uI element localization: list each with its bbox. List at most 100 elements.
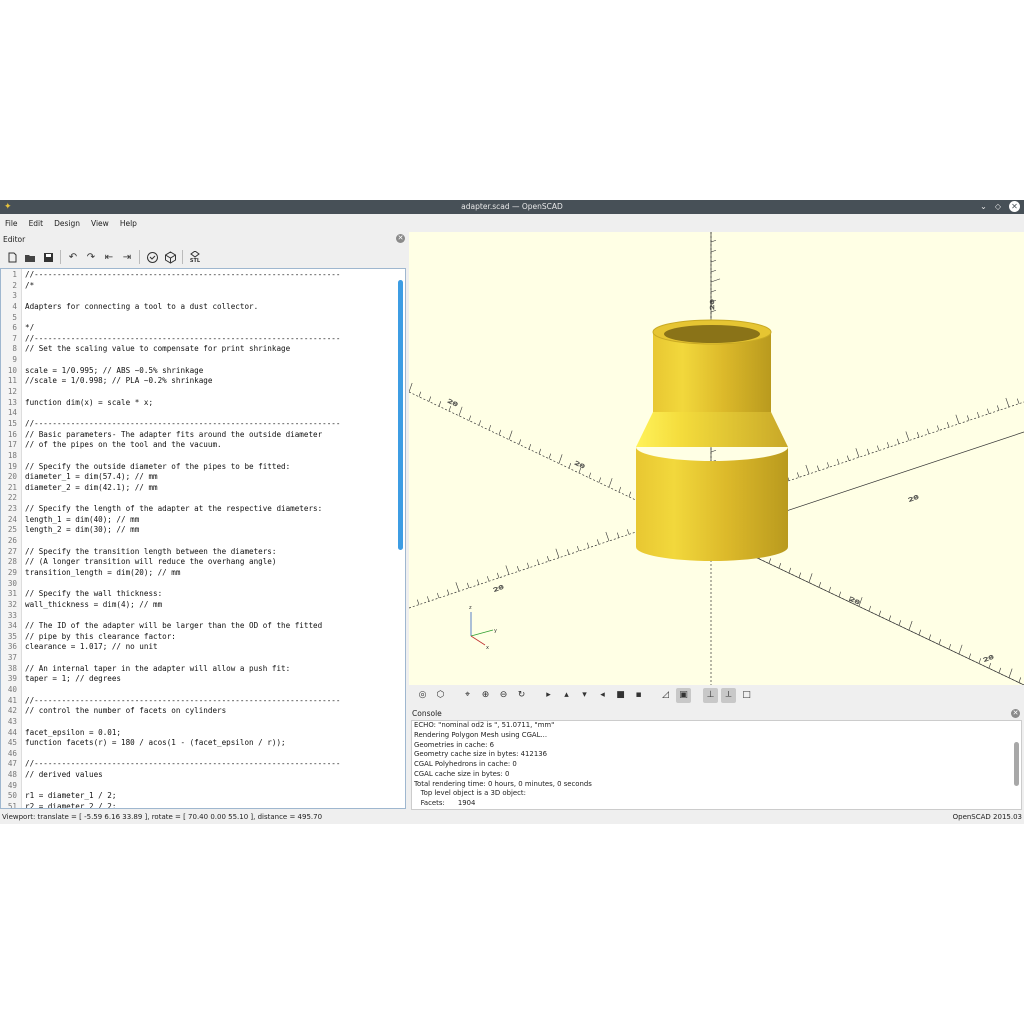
new-file-icon[interactable] <box>4 249 20 265</box>
toolbar-spacer <box>451 688 457 703</box>
view-all-icon[interactable]: ⌖ <box>460 688 475 703</box>
code-text: //scale = 1/0.998; // PLA ~0.2% shrinkag… <box>25 376 213 386</box>
view-bottom-icon[interactable]: ▾ <box>577 688 592 703</box>
code-line: 8 // Set the scaling value to compensate … <box>1 344 397 355</box>
code-text: function dim(x) = scale * x; <box>25 397 154 407</box>
editor-scrollbar[interactable] <box>397 271 404 807</box>
console-scrollbar-thumb[interactable] <box>1014 742 1019 786</box>
line-number: 30 <box>7 578 17 588</box>
reset-view-icon[interactable]: ↻ <box>514 688 529 703</box>
viewport-toolbar: ◎ ⬡ ⌖ ⊕ ⊖ ↻ ▸ ▴ ▾ ◂ ■ ▪ ◿ ▣ ⊥ ⟂ □ <box>409 685 1024 705</box>
undo-icon[interactable]: ↶ <box>65 249 81 265</box>
view-front-icon[interactable]: ■ <box>613 688 628 703</box>
line-number: 19 <box>7 461 17 471</box>
code-text: // pipe by this clearance factor: <box>25 631 176 641</box>
code-line: 46 <box>1 749 397 760</box>
3d-viewport[interactable]: 20 20 20 20 20 20 20 z y x <box>409 232 1024 685</box>
line-number: 14 <box>7 408 17 418</box>
code-line: 29 transition_length = dim(20); // mm <box>1 568 397 579</box>
code-text: function facets(r) = 180 / acos(1 - (fac… <box>25 738 286 748</box>
axis-label: 20 <box>709 299 716 310</box>
redo-icon[interactable]: ↷ <box>83 249 99 265</box>
code-line: 12 <box>1 387 397 398</box>
export-stl-icon[interactable]: STL <box>187 249 203 265</box>
code-text: r2 = diameter_2 / 2; <box>25 802 117 809</box>
menu-file[interactable]: File <box>0 219 24 228</box>
code-line: 27 // Specify the transition length betwe… <box>1 547 397 558</box>
code-text: scale = 1/0.995; // ABS ~0.5% shrinkage <box>25 365 204 375</box>
code-line: 1 //-------------------------------------… <box>1 270 397 281</box>
line-number: 29 <box>7 567 17 577</box>
stl-label: STL <box>189 257 201 264</box>
maximize-icon[interactable]: ◇ <box>995 201 1001 213</box>
code-text: // Specify the transition length between… <box>25 546 277 556</box>
editor-toolbar: ↶ ↷ ⇤ ⇥ STL <box>0 246 408 268</box>
close-console-icon[interactable]: ✕ <box>1011 709 1020 718</box>
code-text: // of the pipes on the tool and the vacu… <box>25 440 222 450</box>
axis-lines <box>409 232 1024 685</box>
view-left-icon[interactable]: ◂ <box>595 688 610 703</box>
code-text: facet_epsilon = 0.01; <box>25 727 122 737</box>
console-scrollbar[interactable] <box>1013 722 1020 808</box>
code-editor[interactable]: 1 //-------------------------------------… <box>0 268 406 809</box>
code-line: 23 // Specify the length of the adapter a… <box>1 504 397 515</box>
axis-label: 20 <box>982 654 994 664</box>
line-number: 5 <box>12 312 17 322</box>
line-number: 38 <box>7 663 17 673</box>
console-output[interactable]: ECHO: "nominal od2 is ", 51.0711, "mm" R… <box>411 720 1022 810</box>
status-bar: Viewport: translate = [ -5.59 6.16 33.89… <box>0 811 1024 824</box>
viewport-status: Viewport: translate = [ -5.59 6.16 33.89… <box>2 813 323 821</box>
menu-help[interactable]: Help <box>115 219 143 228</box>
code-line: 50 r1 = diameter_1 / 2; <box>1 791 397 802</box>
perspective-icon[interactable]: ◿ <box>658 688 673 703</box>
line-number: 3 <box>12 291 17 301</box>
line-number: 39 <box>7 674 17 684</box>
close-editor-icon[interactable]: ✕ <box>396 234 405 243</box>
toolbar-separator <box>60 250 61 264</box>
unindent-icon[interactable]: ⇤ <box>101 249 117 265</box>
save-icon[interactable] <box>40 249 56 265</box>
menu-chevron-icon[interactable]: ⌄ <box>980 201 987 213</box>
toolbar-spacer <box>649 688 655 703</box>
code-text: //--------------------------------------… <box>25 270 341 279</box>
close-window-icon[interactable]: ✕ <box>1009 201 1020 212</box>
orthogonal-icon[interactable]: ▣ <box>676 687 691 703</box>
toolbar-spacer <box>532 688 538 703</box>
preview-icon[interactable]: ◎ <box>415 688 430 703</box>
menu-view[interactable]: View <box>86 219 115 228</box>
code-line: 19 // Specify the outside diameter of the… <box>1 462 397 473</box>
view-back-icon[interactable]: ▪ <box>631 688 646 703</box>
render-icon[interactable] <box>162 249 178 265</box>
code-line: 9 <box>1 355 397 366</box>
zoom-out-icon[interactable]: ⊖ <box>496 688 511 703</box>
render-icon[interactable]: ⬡ <box>433 688 448 703</box>
line-number: 49 <box>7 780 17 790</box>
show-scale-markers-icon[interactable]: ⟂ <box>721 687 736 703</box>
open-file-icon[interactable] <box>22 249 38 265</box>
code-lines: 1 //-------------------------------------… <box>1 270 397 809</box>
preview-icon[interactable] <box>144 249 160 265</box>
editor-scrollbar-thumb[interactable] <box>398 280 403 550</box>
view-right-icon[interactable]: ▸ <box>541 688 556 703</box>
menu-design[interactable]: Design <box>49 219 86 228</box>
view-top-icon[interactable]: ▴ <box>559 688 574 703</box>
code-line: 49 <box>1 781 397 792</box>
code-text: clearance = 1.017; // no unit <box>25 642 158 652</box>
show-edges-icon[interactable]: □ <box>739 688 754 703</box>
line-number: 17 <box>7 440 17 450</box>
line-number: 13 <box>7 397 17 407</box>
code-line: 25 length_2 = dim(30); // mm <box>1 525 397 536</box>
indent-icon[interactable]: ⇥ <box>119 249 135 265</box>
menu-edit[interactable]: Edit <box>24 219 50 228</box>
line-number: 22 <box>7 493 17 503</box>
code-text: //--------------------------------------… <box>25 759 341 769</box>
show-axes-icon[interactable]: ⊥ <box>703 687 718 703</box>
zoom-in-icon[interactable]: ⊕ <box>478 688 493 703</box>
